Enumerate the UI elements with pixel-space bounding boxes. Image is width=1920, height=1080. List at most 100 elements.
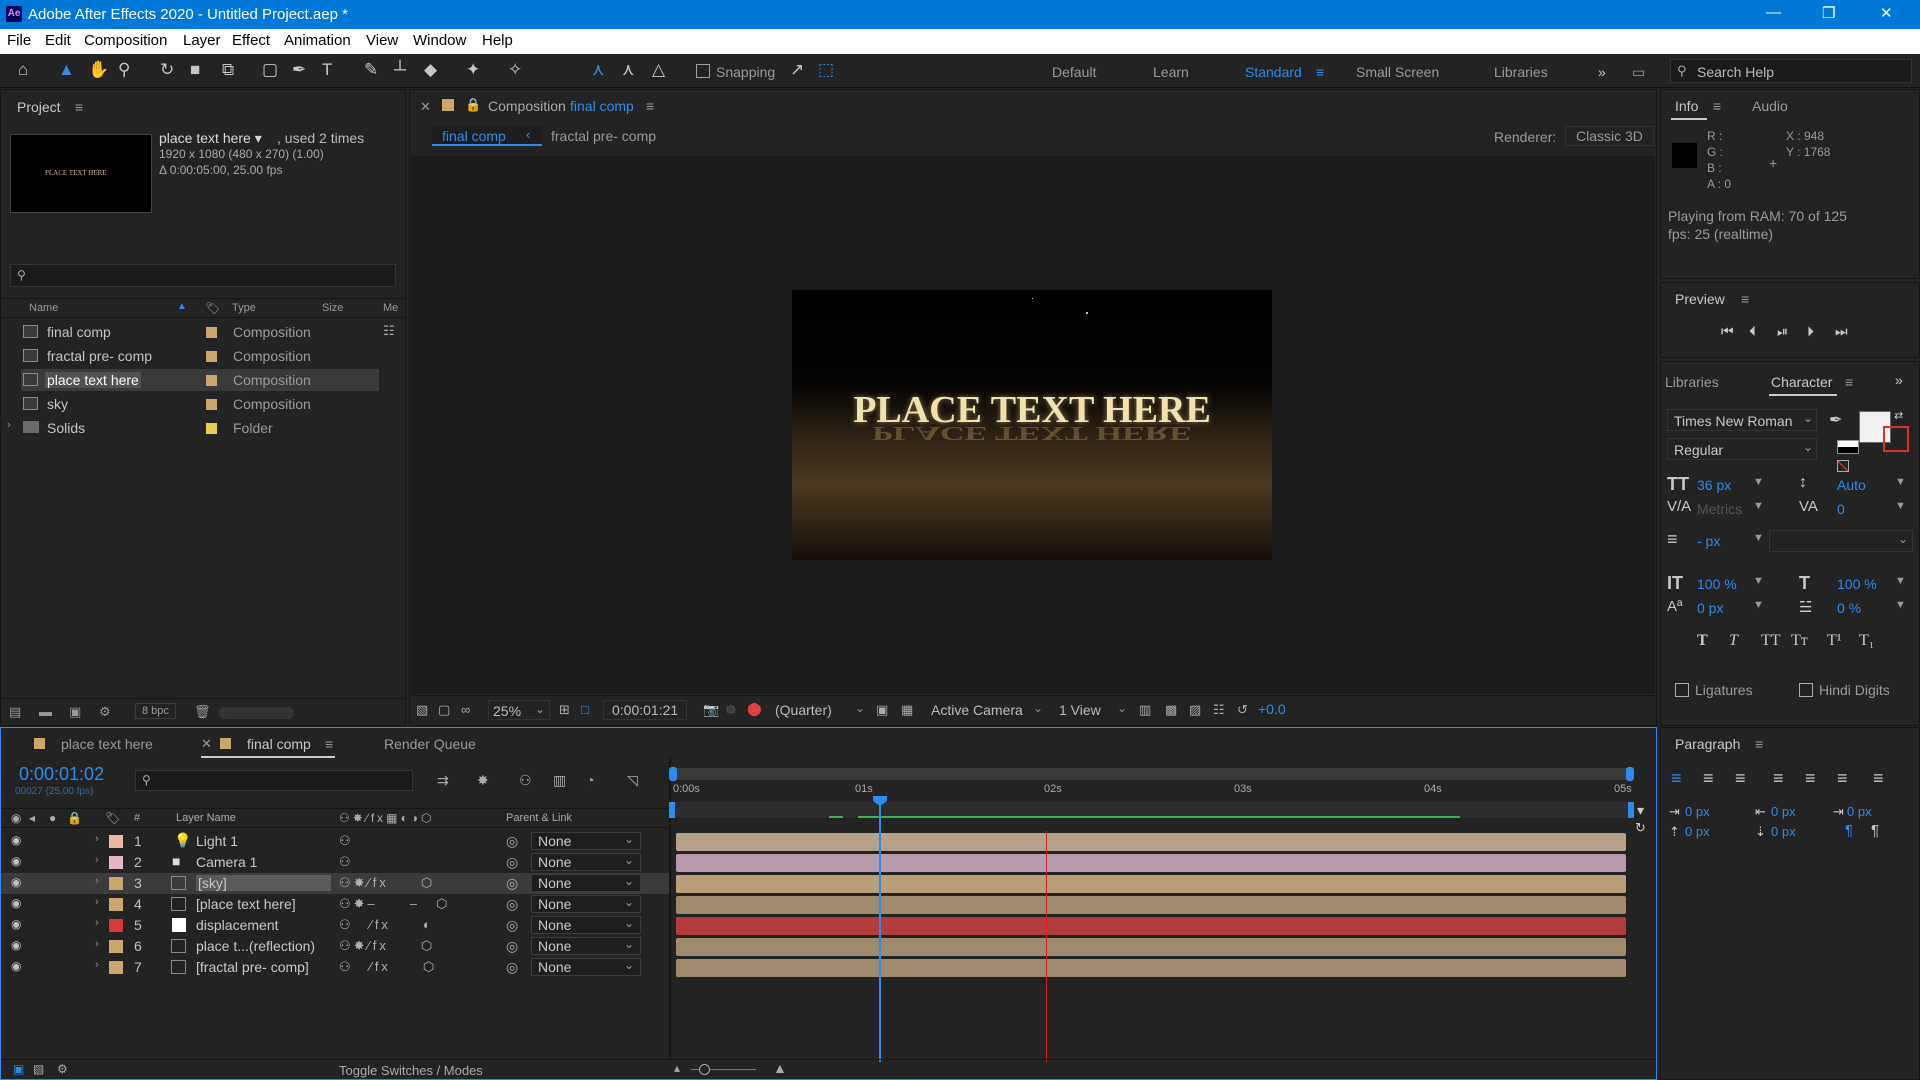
justify-all-icon[interactable]: ≡ — [1873, 768, 1884, 789]
comp-tab-final-comp[interactable]: final comp ‹ — [432, 126, 542, 146]
chevron-down-icon[interactable]: ▼ — [1753, 476, 1764, 488]
timeline-tab-final-comp[interactable]: final comp — [247, 736, 311, 752]
align-left-icon[interactable]: ≡ — [1671, 768, 1682, 789]
stroke-type-dropdown[interactable]: ⌄ — [1769, 530, 1913, 552]
selection-tool-icon[interactable]: ▲ — [58, 60, 75, 80]
previous-frame-icon[interactable]: ⏴ — [1749, 323, 1756, 340]
audio-switch-icon[interactable]: ◂ — [29, 811, 35, 825]
next-frame-icon[interactable]: ⏵ — [1807, 323, 1814, 340]
in-out-pane-icon[interactable]: ⚙ — [57, 1062, 68, 1076]
current-time-indicator[interactable] — [879, 800, 881, 1062]
layer-switches[interactable]: ⚇ ∕fx ⬡ — [339, 959, 437, 975]
workspace-learn[interactable]: Learn — [1153, 64, 1189, 80]
frame-blending-icon[interactable]: ▥ — [553, 772, 566, 789]
zoom-out-icon[interactable]: ▴ — [674, 1061, 680, 1075]
workspace-libraries[interactable]: Libraries — [1494, 64, 1548, 80]
layer-switches[interactable]: ⚇ — [339, 833, 354, 849]
character-tab[interactable]: Character — [1771, 374, 1832, 390]
timeline-icon[interactable]: ▨ — [1189, 702, 1201, 718]
play-icon[interactable]: ⏯ — [1777, 323, 1788, 340]
mask-visibility-icon[interactable]: □ — [581, 702, 589, 717]
work-area-bar[interactable] — [671, 768, 1631, 780]
pen-tool-icon[interactable]: ✒ — [292, 60, 306, 80]
graph-editor-icon[interactable]: ◹ — [627, 772, 638, 789]
menu-effect[interactable]: Effect — [232, 32, 270, 49]
preview-title[interactable]: Preview — [1675, 291, 1725, 307]
tracking-value[interactable]: 0 — [1837, 501, 1845, 517]
project-settings-icon[interactable]: ⚙ — [99, 704, 111, 720]
layer-row-place-text-here[interactable]: ◉ › 4 [place text here] ⚇✸– – ⬡ ◎ None ⌄ — [1, 894, 669, 915]
libraries-tab[interactable]: Libraries — [1665, 374, 1719, 390]
timeline-tab-place-text-here[interactable]: place text here — [61, 736, 153, 752]
justify-right-icon[interactable]: ≡ — [1837, 768, 1848, 789]
more-panels-icon[interactable]: » — [1895, 372, 1903, 388]
workspace-menu-icon[interactable]: ≡ — [1316, 64, 1324, 80]
brush-tool-icon[interactable]: ✎ — [364, 60, 378, 80]
search-help-field[interactable]: ⚲ Search Help — [1670, 59, 1912, 83]
label-swatch[interactable] — [109, 835, 123, 848]
layer-switches[interactable]: ⚇✸∕fx ⬡ — [339, 938, 435, 954]
preview-glasses-icon[interactable]: ∞ — [461, 702, 470, 717]
menu-view[interactable]: View — [366, 32, 398, 49]
chevron-down-icon[interactable]: ▼ — [1895, 575, 1906, 587]
indent-right-value[interactable]: 0 px — [1847, 804, 1872, 819]
chevron-down-icon[interactable]: ▼ — [1895, 476, 1906, 488]
timeline-tab-render-queue[interactable]: Render Queue — [384, 736, 476, 752]
layer-row-reflection[interactable]: ◉ › 6 place t...(reflection) ⚇✸∕fx ⬡ ◎ N… — [1, 936, 669, 957]
layer-row-displacement[interactable]: ◉ › 5 displacement ⚇ ∕fx ◐ ◎ None ⌄ — [1, 915, 669, 936]
info-tab[interactable]: Info — [1675, 98, 1698, 114]
layer-name[interactable]: [place text here] — [196, 896, 296, 912]
twirl-arrow-icon[interactable]: › — [95, 875, 99, 887]
menu-animation[interactable]: Animation — [284, 32, 351, 49]
show-snapshot-icon[interactable]: ☸ — [725, 702, 737, 718]
snapping-checkbox[interactable] — [696, 64, 710, 78]
chevron-down-icon[interactable]: ▼ — [1753, 500, 1764, 512]
renderer-button[interactable]: Classic 3D — [1565, 126, 1654, 146]
zoom-dropdown[interactable]: 25% ⌄ — [488, 700, 550, 720]
close-icon[interactable]: ✕ — [1880, 4, 1893, 22]
new-composition-icon[interactable]: ▣ — [69, 704, 81, 720]
info-panel-menu-icon[interactable]: ≡ — [1713, 98, 1721, 114]
workspace-default[interactable]: Default — [1052, 64, 1096, 80]
project-item-final-comp[interactable]: final comp Composition ☷ — [21, 321, 395, 343]
parent-dropdown[interactable]: None ⌄ — [531, 958, 641, 976]
label-swatch[interactable] — [206, 327, 217, 338]
3d-draft-icon[interactable]: ▩ — [1165, 702, 1177, 718]
timeline-search-input[interactable]: ⚲ — [135, 770, 413, 791]
layer-name[interactable]: place t...(reflection) — [196, 938, 315, 954]
rectangle-tool-icon[interactable]: ▢ — [262, 60, 278, 80]
solo-switch-icon[interactable]: ● — [49, 811, 56, 825]
audio-tab[interactable]: Audio — [1752, 98, 1788, 114]
chevron-down-icon[interactable]: ▼ — [1895, 599, 1906, 611]
eye-icon[interactable]: ◉ — [11, 917, 21, 931]
workspace-toggle-icon[interactable]: ▭ — [1632, 64, 1645, 81]
layer-name-header[interactable]: Layer Name — [176, 812, 236, 824]
chevron-down-icon[interactable]: ▼ — [1895, 500, 1906, 512]
label-swatch[interactable] — [206, 423, 217, 434]
zoom-slider-thumb[interactable] — [699, 1064, 710, 1075]
paragraph-title[interactable]: Paragraph — [1675, 736, 1740, 752]
menu-composition[interactable]: Composition — [84, 32, 167, 49]
comp-tab-fractal-pre-comp[interactable]: fractal pre- comp — [551, 128, 656, 144]
project-item-solids[interactable]: › Solids Folder — [7, 417, 381, 439]
lock-switch-icon[interactable]: 🔒 — [67, 811, 82, 825]
layer-bar-sky[interactable] — [676, 875, 1626, 893]
align-center-icon[interactable]: ≡ — [1703, 768, 1714, 789]
toggle-switches-modes[interactable]: Toggle Switches / Modes — [339, 1063, 483, 1078]
layer-bar-light-1[interactable] — [676, 833, 1626, 851]
character-panel-menu-icon[interactable]: ≡ — [1845, 374, 1853, 390]
label-swatch[interactable] — [206, 399, 217, 410]
in-point-handle[interactable] — [669, 802, 675, 818]
workspace-standard[interactable]: Standard — [1245, 64, 1302, 80]
more-workspaces-icon[interactable]: » — [1598, 64, 1606, 80]
stroke-width-value[interactable]: - px — [1697, 533, 1720, 549]
view-layout-dropdown[interactable]: 1 View ⌄ — [1055, 700, 1131, 720]
flowchart-icon[interactable]: ☷ — [383, 323, 395, 339]
grid-icon[interactable]: ⊞ — [559, 702, 570, 718]
parent-dropdown[interactable]: None ⌄ — [531, 832, 641, 850]
swap-colors-icon[interactable]: ⇄ — [1894, 409, 1903, 422]
camera-view-dropdown[interactable]: Active Camera ⌄ — [927, 700, 1047, 720]
label-swatch[interactable] — [206, 351, 217, 362]
align-right-icon[interactable]: ≡ — [1735, 768, 1746, 789]
out-point-handle[interactable] — [1628, 802, 1634, 818]
